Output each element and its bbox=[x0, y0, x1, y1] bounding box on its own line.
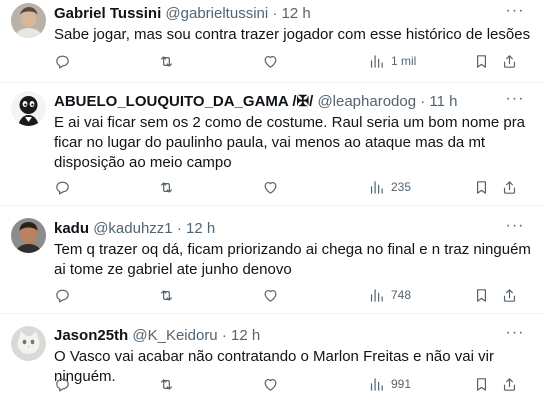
timestamp[interactable]: 12 h bbox=[231, 327, 260, 344]
share-icon bbox=[501, 376, 518, 393]
tweet-header: Gabriel Tussini @gabrieltussini · 12 h bbox=[54, 4, 535, 24]
share-button[interactable] bbox=[501, 177, 518, 197]
tweet-actions: 1 mil bbox=[54, 51, 535, 71]
reply-icon bbox=[54, 53, 71, 70]
retweet-button[interactable] bbox=[158, 177, 175, 197]
views-button[interactable]: 748 bbox=[368, 285, 411, 305]
author-handle[interactable]: @gabrieltussini bbox=[165, 5, 268, 22]
views-bar-chart-icon bbox=[368, 179, 385, 196]
views-count: 235 bbox=[391, 180, 412, 194]
author-name[interactable]: Gabriel Tussini bbox=[54, 5, 161, 22]
tweet-divider bbox=[0, 313, 545, 314]
more-options-icon[interactable]: ··· bbox=[505, 91, 525, 112]
avatar-kadu[interactable] bbox=[11, 218, 46, 253]
bookmark-icon bbox=[473, 287, 490, 304]
author-handle[interactable]: @leapharodog bbox=[317, 93, 416, 110]
retweet-button[interactable] bbox=[158, 51, 175, 71]
retweet-button[interactable] bbox=[158, 285, 175, 305]
tweet-divider bbox=[0, 82, 545, 83]
views-bar-chart-icon bbox=[368, 53, 385, 70]
person-photo-avatar-icon bbox=[11, 3, 46, 38]
views-button[interactable]: 1 mil bbox=[368, 51, 416, 71]
timestamp[interactable]: 12 h bbox=[186, 220, 215, 237]
avatar-gabriel-tussini[interactable] bbox=[11, 3, 46, 38]
heart-icon bbox=[262, 53, 279, 70]
share-icon bbox=[501, 53, 518, 70]
tweet-header: Jason25th @K_Keidoru · 12 h bbox=[54, 326, 535, 346]
tweet-text: Tem q trazer oq dá, ficam priorizando ai… bbox=[54, 241, 531, 278]
author-name[interactable]: kadu bbox=[54, 220, 89, 237]
separator-dot: · bbox=[420, 93, 426, 110]
timestamp[interactable]: 12 h bbox=[282, 5, 311, 22]
views-count: 1 mil bbox=[391, 54, 417, 68]
more-options-icon[interactable]: ··· bbox=[505, 218, 525, 239]
tweet-actions: 748 bbox=[54, 285, 535, 305]
tweet-divider bbox=[0, 205, 545, 206]
reply-icon bbox=[54, 376, 71, 393]
reply-button[interactable] bbox=[54, 51, 71, 71]
tweet-header: kadu @kaduhzz1 · 12 h bbox=[54, 219, 535, 239]
bookmark-button[interactable] bbox=[473, 374, 490, 394]
share-icon bbox=[501, 179, 518, 196]
retweet-button[interactable] bbox=[158, 374, 175, 394]
reply-button[interactable] bbox=[54, 177, 71, 197]
like-button[interactable] bbox=[262, 177, 279, 197]
like-button[interactable] bbox=[262, 374, 279, 394]
reply-icon bbox=[54, 287, 71, 304]
more-options-icon[interactable]: ··· bbox=[505, 3, 525, 24]
author-handle[interactable]: @K_Keidoru bbox=[132, 327, 217, 344]
separator-dot: · bbox=[221, 327, 227, 344]
cartoon-avatar-icon bbox=[11, 91, 46, 126]
views-button[interactable]: 235 bbox=[368, 177, 411, 197]
views-button[interactable]: 991 bbox=[368, 374, 411, 394]
tweet-header: ABUELO_LOUQUITO_DA_GAMA /✠/ @leapharodog… bbox=[54, 92, 535, 112]
share-button[interactable] bbox=[501, 51, 518, 71]
avatar-jason25th[interactable] bbox=[11, 326, 46, 361]
like-button[interactable] bbox=[262, 285, 279, 305]
views-count: 991 bbox=[391, 377, 412, 391]
bookmark-button[interactable] bbox=[473, 285, 490, 305]
reply-button[interactable] bbox=[54, 374, 71, 394]
bookmark-icon bbox=[473, 376, 490, 393]
author-name[interactable]: ABUELO_LOUQUITO_DA_GAMA /✠/ bbox=[54, 93, 313, 110]
avatar-abuelo-louquito[interactable] bbox=[11, 91, 46, 126]
share-button[interactable] bbox=[501, 285, 518, 305]
bookmark-icon bbox=[473, 53, 490, 70]
retweet-icon bbox=[158, 376, 175, 393]
separator-dot: · bbox=[176, 220, 182, 237]
cat-photo-avatar-icon bbox=[11, 326, 46, 361]
bookmark-button[interactable] bbox=[473, 51, 490, 71]
tweet-actions: 991 bbox=[54, 374, 535, 394]
separator-dot: · bbox=[272, 5, 278, 22]
share-button[interactable] bbox=[501, 374, 518, 394]
like-button[interactable] bbox=[262, 51, 279, 71]
author-name[interactable]: Jason25th bbox=[54, 327, 128, 344]
heart-icon bbox=[262, 287, 279, 304]
tweet-text: E ai vai ficar sem os 2 como de costume.… bbox=[54, 114, 526, 171]
views-bar-chart-icon bbox=[368, 287, 385, 304]
heart-icon bbox=[262, 376, 279, 393]
reply-icon bbox=[54, 179, 71, 196]
heart-icon bbox=[262, 179, 279, 196]
timestamp[interactable]: 11 h bbox=[429, 93, 457, 110]
tweet-text: Sabe jogar, mas sou contra trazer jogado… bbox=[54, 26, 531, 43]
author-handle[interactable]: @kaduhzz1 bbox=[93, 220, 172, 237]
bookmark-icon bbox=[473, 179, 490, 196]
retweet-icon bbox=[158, 287, 175, 304]
retweet-icon bbox=[158, 179, 175, 196]
share-icon bbox=[501, 287, 518, 304]
views-bar-chart-icon bbox=[368, 376, 385, 393]
retweet-icon bbox=[158, 53, 175, 70]
tweet-actions: 235 bbox=[54, 177, 535, 197]
more-options-icon[interactable]: ··· bbox=[505, 325, 525, 346]
person-photo-avatar-icon bbox=[11, 218, 46, 253]
views-count: 748 bbox=[391, 288, 412, 302]
reply-button[interactable] bbox=[54, 285, 71, 305]
bookmark-button[interactable] bbox=[473, 177, 490, 197]
